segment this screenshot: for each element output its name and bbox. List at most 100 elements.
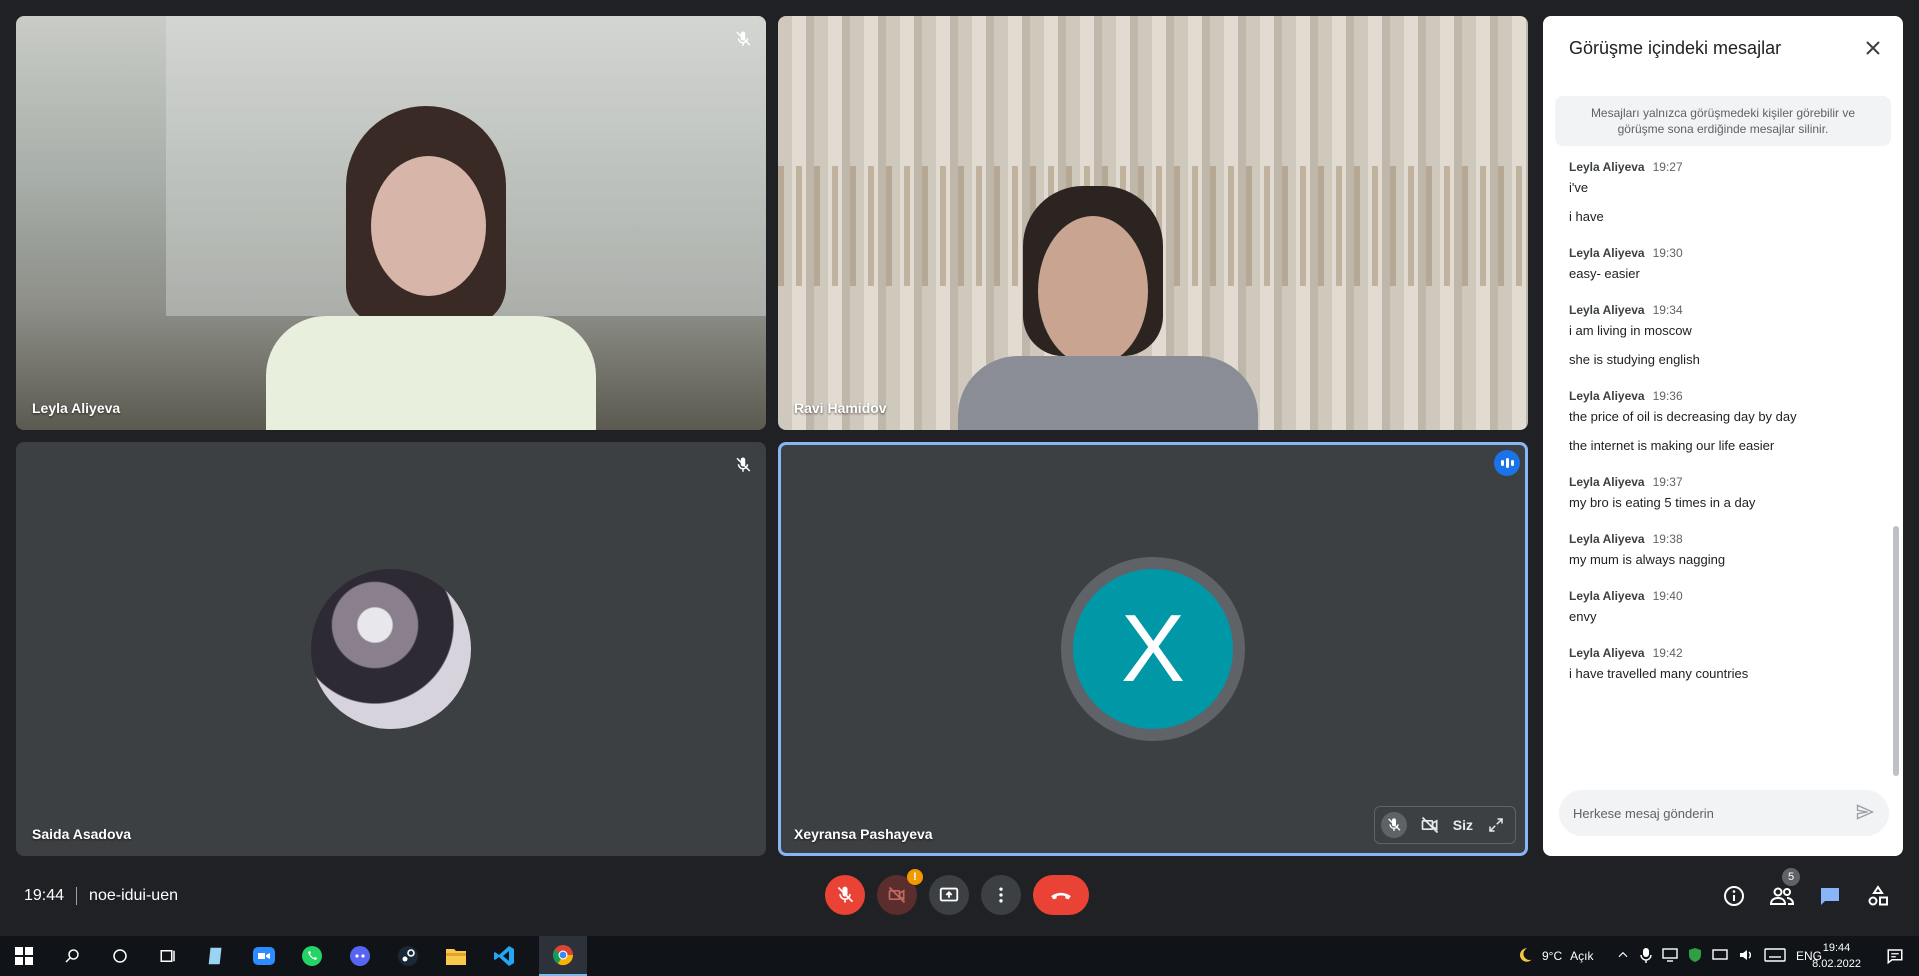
close-icon[interactable] xyxy=(1861,36,1885,60)
leave-call-button[interactable] xyxy=(1033,875,1089,915)
message-sender: Leyla Aliyeva xyxy=(1569,303,1645,317)
microphone-icon[interactable] xyxy=(1640,947,1652,966)
camera-off-icon xyxy=(888,886,906,904)
person-shirt xyxy=(266,316,596,430)
chat-input[interactable]: Herkese mesaj gönderin xyxy=(1559,790,1889,836)
network-icon[interactable] xyxy=(1662,947,1678,965)
send-icon[interactable] xyxy=(1855,802,1875,825)
message-sender: Leyla Aliyeva xyxy=(1569,475,1645,489)
participant-name: Xeyransa Pashayeva xyxy=(794,826,933,842)
message-time: 19:38 xyxy=(1652,532,1683,546)
people-icon xyxy=(1769,887,1795,905)
message-time: 19:36 xyxy=(1652,389,1683,403)
message-time: 19:34 xyxy=(1652,303,1683,317)
chevron-up-icon[interactable] xyxy=(1616,948,1630,965)
person-face xyxy=(371,156,486,296)
message-header: Leyla Aliyeva 19:42 xyxy=(1569,646,1889,660)
clock-date: 8.02.2022 xyxy=(1812,958,1861,970)
camera-toggle-button[interactable]: ! xyxy=(877,869,923,915)
meeting-details-button[interactable] xyxy=(1718,880,1750,912)
message-time: 19:42 xyxy=(1652,646,1683,660)
expand-icon[interactable] xyxy=(1483,812,1509,838)
chat-message: Leyla Aliyeva 19:27 i've i have xyxy=(1569,160,1889,224)
message-header: Leyla Aliyeva 19:30 xyxy=(1569,246,1889,260)
security-shield-icon[interactable] xyxy=(1688,947,1702,966)
message-sender: Leyla Aliyeva xyxy=(1569,589,1645,603)
message-header: Leyla Aliyeva 19:36 xyxy=(1569,389,1889,403)
file-explorer-icon[interactable] xyxy=(432,936,480,976)
display-icon[interactable] xyxy=(1712,948,1728,965)
windows-start-icon[interactable] xyxy=(0,936,48,976)
camera-warning-badge: ! xyxy=(907,869,923,885)
chat-message: Leyla Aliyeva 19:30 easy- easier xyxy=(1569,246,1889,281)
volume-icon[interactable] xyxy=(1738,947,1754,966)
search-icon[interactable] xyxy=(48,936,96,976)
steam-icon[interactable] xyxy=(384,936,432,976)
activities-icon xyxy=(1868,885,1888,906)
weather-temperature: 9°C xyxy=(1542,949,1563,963)
chat-input-placeholder: Herkese mesaj gönderin xyxy=(1573,805,1714,821)
mic-toggle-button[interactable] xyxy=(825,875,865,915)
cortana-icon[interactable] xyxy=(96,936,144,976)
mic-muted-icon[interactable] xyxy=(1380,812,1407,838)
message-text: easy- easier xyxy=(1569,266,1640,281)
message-sender: Leyla Aliyeva xyxy=(1569,646,1645,660)
chat-message: Leyla Aliyeva 19:37 my bro is eating 5 tim… xyxy=(1569,475,1889,510)
weather-condition: Açık xyxy=(1570,949,1594,963)
chat-panel: Görüşme içindeki mesajlar Mesajları yaln… xyxy=(1543,16,1903,856)
taskbar-clock[interactable]: 19:44 8.02.2022 xyxy=(1812,940,1861,972)
self-label: Siz xyxy=(1452,817,1473,833)
message-time: 19:37 xyxy=(1652,475,1683,489)
zoom-icon[interactable] xyxy=(240,936,288,976)
chat-message: Leyla Aliyeva 19:38 my mum is always naggi… xyxy=(1569,532,1889,567)
notification-center-icon[interactable] xyxy=(1871,936,1919,976)
notes-app-icon[interactable] xyxy=(192,936,240,976)
participant-name: Ravi Hamidov xyxy=(794,400,887,416)
chat-message: Leyla Aliyeva 19:36 the price of oil is de… xyxy=(1569,389,1889,453)
message-text: my bro is eating 5 times in a day xyxy=(1569,495,1756,510)
camera-off-icon[interactable] xyxy=(1417,812,1443,838)
info-icon xyxy=(1724,886,1744,906)
message-text: the price of oil is decreasing day by da… xyxy=(1569,409,1797,424)
participant-count-badge: 5 xyxy=(1782,868,1800,886)
message-text: i have xyxy=(1569,209,1604,224)
whatsapp-icon[interactable] xyxy=(288,936,336,976)
chrome-icon[interactable] xyxy=(539,936,587,976)
avatar: X xyxy=(1073,569,1233,729)
speaking-indicator-icon xyxy=(1494,450,1520,476)
person-face xyxy=(1038,216,1148,366)
mic-off-icon xyxy=(837,886,854,903)
chat-message: Leyla Aliyeva 19:34 i am living in moscow s… xyxy=(1569,303,1889,367)
message-sender: Leyla Aliyeva xyxy=(1569,246,1645,260)
message-text: i've xyxy=(1569,180,1589,195)
message-list: Leyla Aliyeva 19:27 i've i have Leyla Aliyev… xyxy=(1569,160,1889,703)
clock-time: 19:44 xyxy=(1822,942,1851,954)
participant-tile-saida[interactable]: Saida Asadova xyxy=(16,442,766,856)
message-text: my mum is always nagging xyxy=(1569,552,1726,567)
chat-button[interactable] xyxy=(1814,880,1846,912)
task-view-icon[interactable] xyxy=(144,936,192,976)
person-shirt xyxy=(958,356,1258,430)
participant-tile-leyla[interactable]: Leyla Aliyeva xyxy=(16,16,766,430)
message-time: 19:27 xyxy=(1652,160,1683,174)
message-time: 19:30 xyxy=(1652,246,1683,260)
participant-name: Saida Asadova xyxy=(32,826,132,842)
participant-tile-ravi[interactable]: Ravi Hamidov xyxy=(778,16,1528,430)
message-header: Leyla Aliyeva 19:38 xyxy=(1569,532,1889,546)
discord-icon[interactable] xyxy=(336,936,384,976)
weather-widget[interactable]: 9°C Açık xyxy=(1516,936,1593,976)
participant-name: Leyla Aliyeva xyxy=(32,400,121,416)
participants-button[interactable]: 5 xyxy=(1766,868,1800,912)
participant-tile-self[interactable]: X Xeyransa Pashayeva Siz xyxy=(778,442,1528,856)
more-options-button[interactable] xyxy=(981,875,1021,915)
chat-scrollbar[interactable] xyxy=(1893,526,1899,776)
vscode-icon[interactable] xyxy=(480,936,528,976)
divider xyxy=(76,887,78,905)
mic-muted-icon xyxy=(732,28,754,50)
activities-button[interactable] xyxy=(1862,880,1894,912)
message-header: Leyla Aliyeva 19:40 xyxy=(1569,589,1889,603)
message-header: Leyla Aliyeva 19:37 xyxy=(1569,475,1889,489)
present-screen-button[interactable] xyxy=(929,875,969,915)
message-header: Leyla Aliyeva 19:27 xyxy=(1569,160,1889,174)
keyboard-icon[interactable] xyxy=(1764,947,1786,965)
